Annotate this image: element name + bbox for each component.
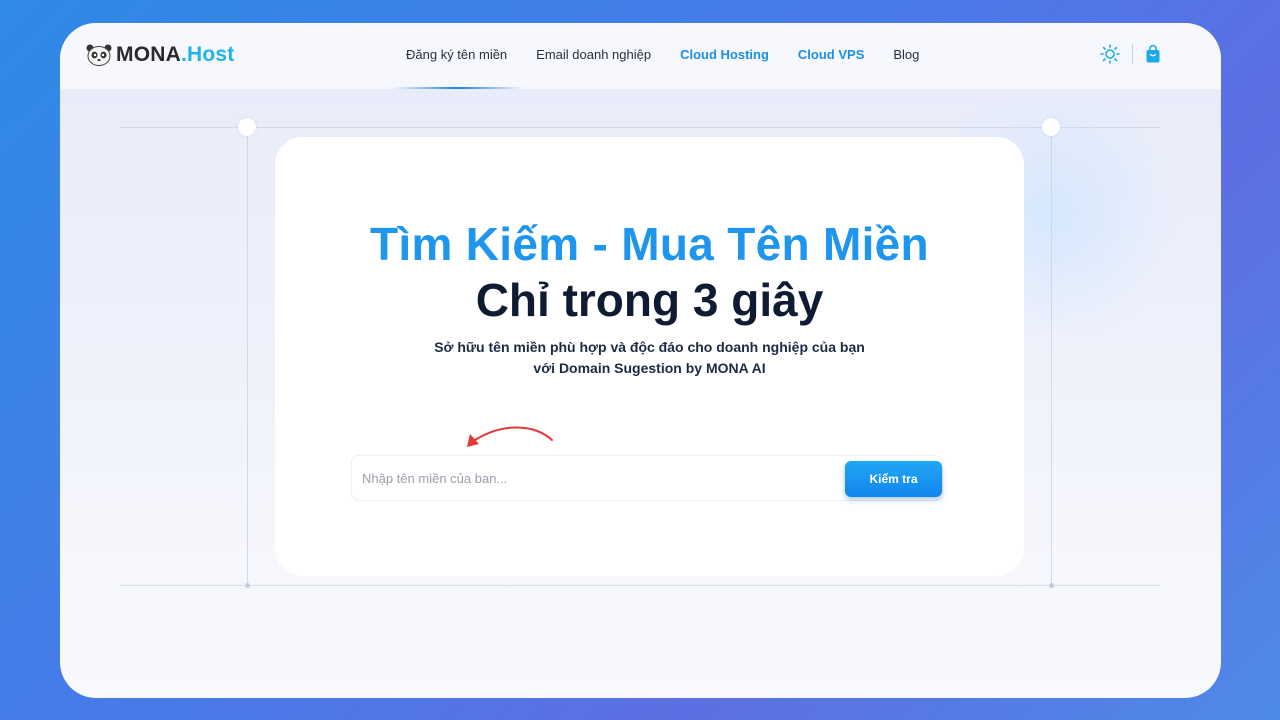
hero-subtitle: Sở hữu tên miền phù hợp và độc đáo cho d… <box>434 339 865 376</box>
browser-frame: MONA.Host Đăng ký tên miền Email doanh n… <box>60 23 1221 698</box>
domain-search-input[interactable] <box>362 466 832 490</box>
nav-item-domain-register[interactable]: Đăng ký tên miền <box>406 47 507 62</box>
nav-item-cloud-vps[interactable]: Cloud VPS <box>798 47 864 62</box>
guide-line-right <box>1051 127 1052 585</box>
corner-dot-small <box>245 583 250 588</box>
panda-logo-icon <box>86 44 112 66</box>
site-header: MONA.Host Đăng ký tên miền Email doanh n… <box>60 23 1221 89</box>
active-nav-indicator <box>392 87 524 89</box>
header-divider <box>1132 44 1133 64</box>
header-actions <box>1100 44 1161 64</box>
nav-item-business-email[interactable]: Email doanh nghiệp <box>536 47 651 62</box>
logo[interactable]: MONA.Host <box>86 43 234 67</box>
shopping-bag-icon[interactable] <box>1145 44 1161 64</box>
hero-card: Tìm Kiếm - Mua Tên Miền Chỉ trong 3 giây… <box>275 137 1024 576</box>
logo-text: MONA.Host <box>116 43 235 66</box>
corner-dot <box>1042 118 1060 136</box>
nav-item-blog[interactable]: Blog <box>893 47 919 62</box>
domain-search-box: Kiểm tra <box>351 455 943 501</box>
guide-line-bottom <box>120 585 1161 586</box>
hero-title-secondary: Chỉ trong 3 giây <box>475 274 824 326</box>
guide-line-left <box>247 127 248 585</box>
sun-icon[interactable] <box>1100 44 1120 64</box>
nav-item-cloud-hosting[interactable]: Cloud Hosting <box>680 47 769 62</box>
corner-dot-small <box>1049 583 1054 588</box>
main-nav: Đăng ký tên miền Email doanh nghiệp Clou… <box>406 47 919 62</box>
corner-dot <box>238 118 256 136</box>
hero-title: Tìm Kiếm - Mua Tên Miền <box>370 218 929 270</box>
guide-line-top <box>120 127 1161 128</box>
check-domain-button[interactable]: Kiểm tra <box>845 461 942 497</box>
